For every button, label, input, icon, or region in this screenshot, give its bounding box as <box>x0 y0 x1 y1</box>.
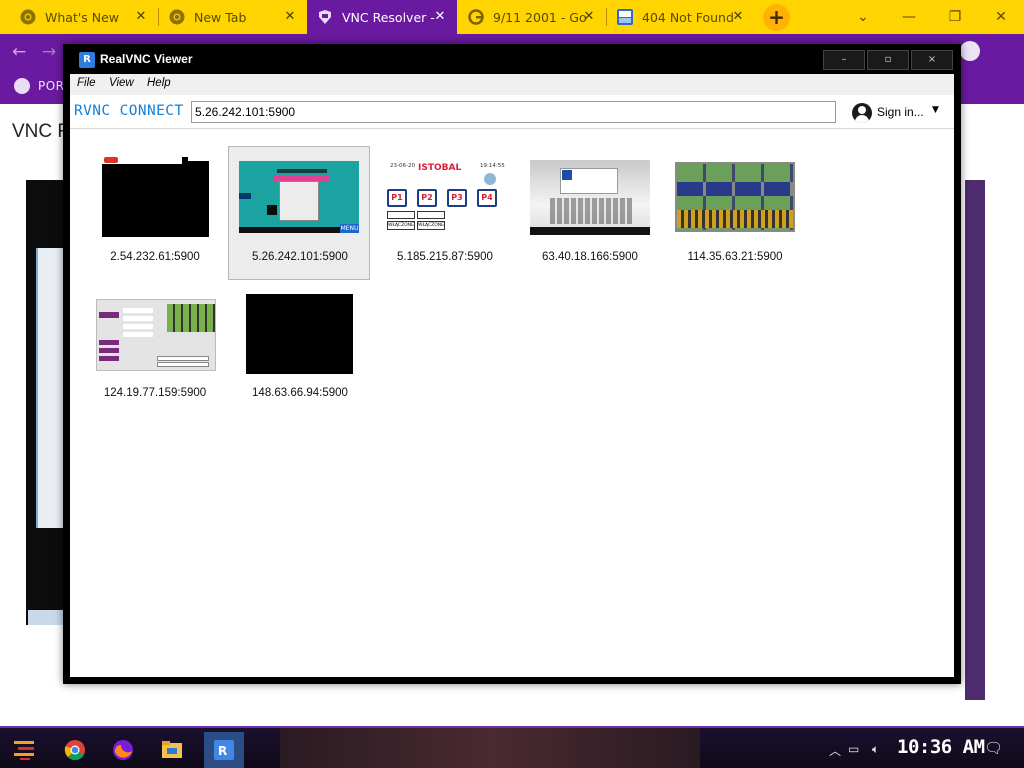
volume-icon[interactable]: 🔈︎ <box>872 742 879 757</box>
firefox-icon[interactable] <box>111 738 135 762</box>
bitview-icon <box>617 9 633 25</box>
network-icon[interactable]: ▭ <box>848 742 859 756</box>
thumbnail-brand: ISTOBAL <box>418 163 462 173</box>
connection-thumbnail: MENU <box>239 161 359 233</box>
user-icon[interactable] <box>852 103 872 123</box>
tab-google[interactable]: 9/11 2001 - Go ✕ <box>458 0 606 34</box>
tab-whats-new[interactable]: What's New ✕ <box>10 0 158 34</box>
tab-title: 9/11 2001 - Go <box>493 9 587 25</box>
chrome-icon <box>169 9 185 25</box>
tab-title: What's New <box>45 9 120 25</box>
vnc-resolver-icon <box>317 9 333 25</box>
close-icon[interactable]: ✕ <box>580 8 598 26</box>
browser-tab-strip: What's New ✕ New Tab ✕ VNC Resolver - ✕ … <box>0 0 1024 34</box>
tab-title: 404 Not Found <box>642 9 734 25</box>
connection-thumbnail <box>675 162 795 232</box>
connection-tile[interactable]: 124.19.77.159:5900 <box>83 282 225 416</box>
bookmark-icon <box>14 78 30 94</box>
tab-new-tab[interactable]: New Tab ✕ <box>159 0 307 34</box>
thumbnail-status: WŁĄCZONE <box>417 221 445 230</box>
menu-bar: File View Help <box>70 74 954 95</box>
back-arrow-icon[interactable]: ← <box>12 42 26 62</box>
minimize-button[interactable]: — <box>886 0 932 34</box>
connection-address: 5.185.215.87:5900 <box>397 251 493 263</box>
tab-404[interactable]: 404 Not Found ✕ <box>607 0 755 34</box>
connection-address: 148.63.66.94:5900 <box>252 387 348 399</box>
menu-help[interactable]: Help <box>147 77 171 89</box>
realvnc-icon[interactable]: R <box>212 738 236 762</box>
thumbnail-menu-label: MENU <box>340 224 359 233</box>
connection-tile[interactable]: 63.40.18.166:5900 <box>518 146 660 280</box>
new-tab-button[interactable]: + <box>763 4 790 31</box>
close-button[interactable]: × <box>911 50 953 70</box>
connection-thumbnail: 23-06-20 ISTOBAL 19:14:55 P1 P2 P3 P4 WŁ… <box>384 159 505 235</box>
tab-title: VNC Resolver - <box>342 9 435 25</box>
thumbnail-time: 19:14:55 <box>480 163 505 169</box>
page-screenshot-taskbar <box>28 610 66 625</box>
connection-tile[interactable]: 114.35.63.21:5900 <box>663 146 805 280</box>
close-icon[interactable]: ✕ <box>431 8 449 26</box>
connection-tile[interactable]: 148.63.66.94:5900 <box>228 282 370 416</box>
tray-expand-icon[interactable]: ︿ <box>829 742 841 759</box>
connection-thumbnail <box>96 299 216 371</box>
taskbar: R ︿ ▭ 🔈︎ 10:36 AM 🗨︎ <box>0 726 1024 768</box>
connection-thumbnail <box>530 160 650 235</box>
connection-tile[interactable]: 23-06-20 ISTOBAL 19:14:55 P1 P2 P3 P4 WŁ… <box>373 146 515 280</box>
connection-tile[interactable]: 2.54.232.61:5900 <box>83 146 225 280</box>
taskbar-clock[interactable]: 10:36 AM <box>897 736 985 758</box>
connection-thumbnail <box>102 157 209 237</box>
maximize-button[interactable]: ▫ <box>867 50 909 70</box>
google-icon <box>468 9 484 25</box>
notifications-icon[interactable]: 🗨︎ <box>984 739 1003 757</box>
file-explorer-icon[interactable] <box>160 738 184 762</box>
connection-tile[interactable]: MENU 5.26.242.101:5900 <box>228 146 370 280</box>
connection-thumbnail <box>246 294 353 374</box>
realvnc-viewer-window: R RealVNC Viewer – ▫ × File View Help RV… <box>63 44 961 684</box>
close-icon[interactable]: ✕ <box>281 8 299 26</box>
close-button[interactable]: ✕ <box>978 0 1024 34</box>
profile-icon[interactable] <box>960 41 980 61</box>
connection-address: 5.26.242.101:5900 <box>252 251 348 263</box>
menu-file[interactable]: File <box>77 77 96 89</box>
window-title: RealVNC Viewer <box>100 52 193 66</box>
menu-view[interactable]: View <box>109 77 134 89</box>
page-decoration <box>955 180 1024 700</box>
taskbar-decoration <box>280 728 700 768</box>
realvnc-connect-logo: RVNC CONNECT <box>74 103 184 119</box>
restore-button[interactable]: ❐ <box>932 0 978 34</box>
tab-vnc-resolver[interactable]: VNC Resolver - ✕ <box>307 0 457 34</box>
start-icon[interactable] <box>12 738 36 762</box>
thumbnail-date: 23-06-20 <box>390 163 415 169</box>
minimize-button[interactable]: – <box>823 50 865 70</box>
realvnc-logo-icon: R <box>79 52 95 68</box>
connect-bar: RVNC CONNECT 5.26.242.101:5900 Sign in..… <box>70 95 954 129</box>
svg-text:R: R <box>218 744 227 758</box>
address-book: RVNC CONNECT 5.26.242.101:5900 Sign in..… <box>70 95 954 677</box>
thumbnail-p1: P1 <box>387 189 407 207</box>
window-titlebar[interactable]: R RealVNC Viewer – ▫ × <box>63 44 961 74</box>
address-input[interactable]: 5.26.242.101:5900 <box>191 101 836 123</box>
thumbnail-p3: P3 <box>447 189 467 207</box>
chrome-icon[interactable] <box>63 738 87 762</box>
close-icon[interactable]: ✕ <box>132 8 150 26</box>
forward-arrow-icon[interactable]: → <box>42 42 56 62</box>
connection-address: 124.19.77.159:5900 <box>103 387 207 399</box>
thumbnail-status: WŁĄCZONE <box>387 221 415 230</box>
chevron-down-icon[interactable]: ▼ <box>932 105 939 115</box>
tab-search-icon[interactable]: ⌄ <box>840 0 886 34</box>
sign-in-button[interactable]: Sign in... <box>877 105 924 119</box>
connection-address: 114.35.63.21:5900 <box>687 251 783 263</box>
thumbnail-p2: P2 <box>417 189 437 207</box>
bookmark-label[interactable]: POR <box>38 79 65 93</box>
page-screenshot-window <box>36 248 66 528</box>
connection-address: 2.54.232.61:5900 <box>110 251 200 263</box>
tab-title: New Tab <box>194 9 247 25</box>
chrome-icon <box>20 9 36 25</box>
thumbnail-p4: P4 <box>477 189 497 207</box>
close-icon[interactable]: ✕ <box>729 8 747 26</box>
connection-address: 63.40.18.166:5900 <box>542 251 638 263</box>
